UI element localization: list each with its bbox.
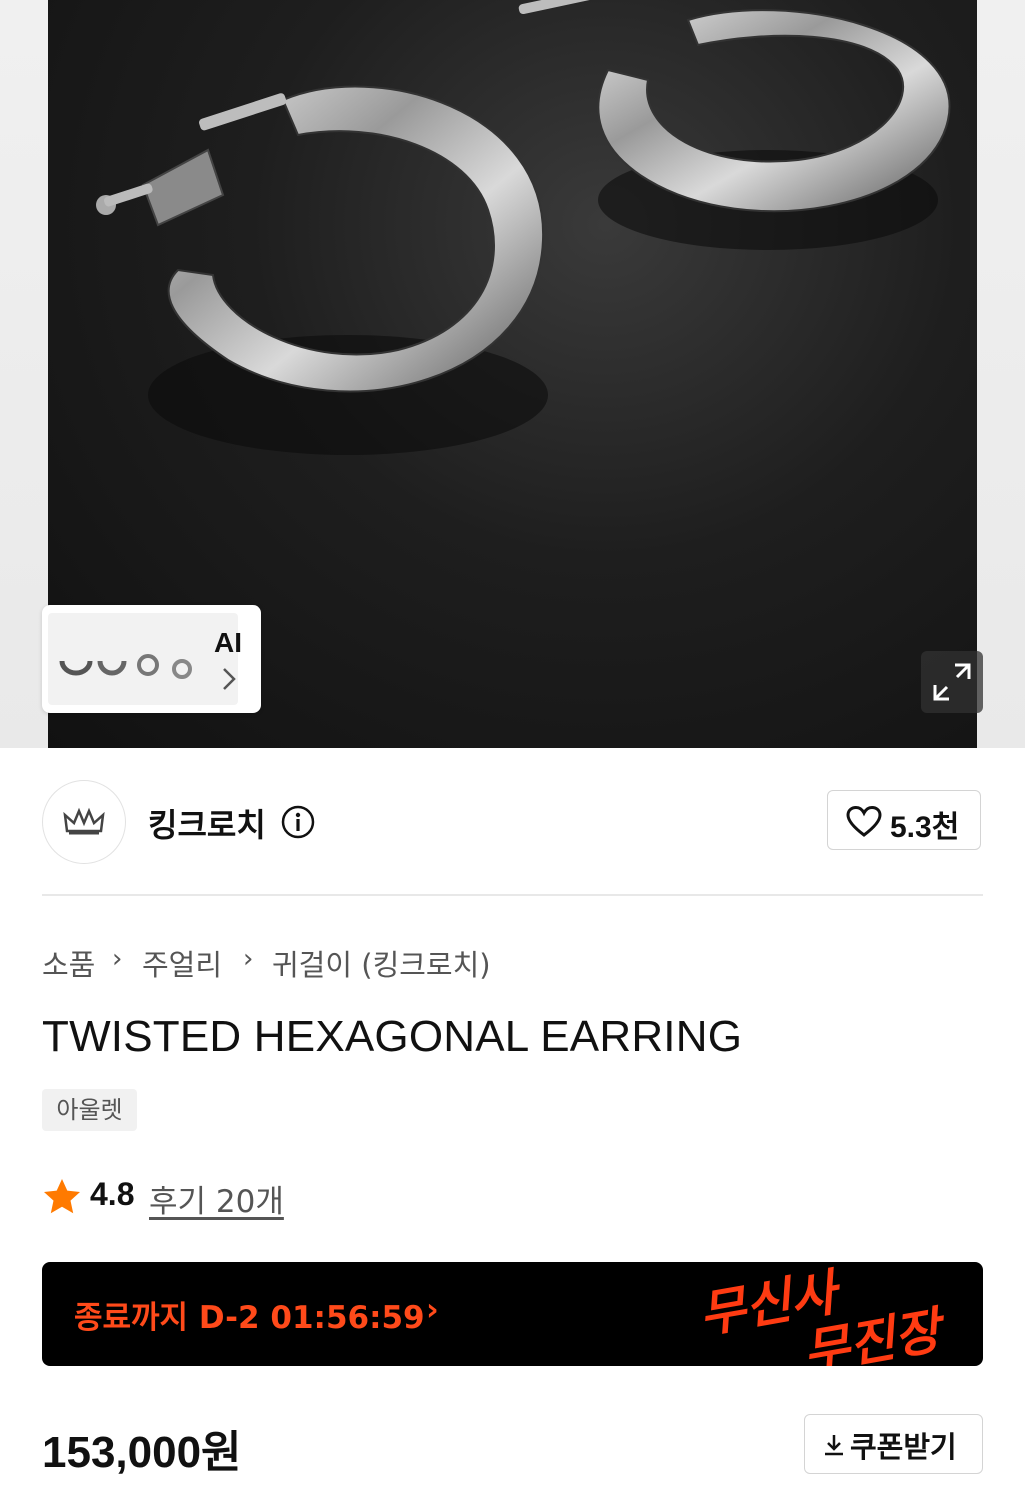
breadcrumb-item[interactable]: 주얼리 bbox=[142, 942, 222, 984]
like-count: 5.3천 bbox=[890, 811, 960, 844]
breadcrumb-item[interactable]: 귀걸이 (킹크로치) bbox=[272, 942, 491, 984]
reviews-link[interactable]: 후기 20개 bbox=[149, 1176, 284, 1221]
rating-value: 4.8 bbox=[90, 1176, 135, 1212]
info-icon[interactable] bbox=[280, 804, 316, 844]
outlet-badge: 아울렛 bbox=[42, 1089, 137, 1131]
chevron-right-icon bbox=[220, 666, 238, 698]
breadcrumb-separator: › bbox=[112, 944, 123, 974]
promo-banner[interactable]: 종료까지 D-2 01:56:59 › 무신사 무진장 bbox=[42, 1262, 983, 1366]
brand-name[interactable]: 킹크로치 bbox=[148, 800, 266, 846]
earring-thumbnails-icon bbox=[59, 654, 192, 679]
ai-thumbnails bbox=[48, 613, 238, 705]
promo-logo: 무신사 무진장 bbox=[692, 1263, 983, 1366]
download-icon bbox=[822, 1432, 846, 1462]
brand-logo[interactable] bbox=[42, 780, 126, 864]
product-price: 153,000원 bbox=[42, 1428, 242, 1477]
coupon-label[interactable]: 쿠폰받기 bbox=[850, 1424, 957, 1466]
product-title: TWISTED HEXAGONAL EARRING bbox=[42, 1012, 743, 1061]
ai-label[interactable]: AI bbox=[214, 627, 242, 659]
divider bbox=[42, 894, 983, 896]
star-icon bbox=[42, 1177, 82, 1221]
expand-icon bbox=[933, 663, 971, 701]
heart-icon bbox=[846, 806, 882, 837]
crown-icon bbox=[63, 807, 105, 835]
promo-countdown: 종료까지 D-2 01:56:59 bbox=[74, 1300, 425, 1336]
breadcrumb-item[interactable]: 소품 bbox=[42, 942, 95, 984]
chevron-right-icon: › bbox=[426, 1292, 439, 1328]
breadcrumb-separator: › bbox=[243, 944, 254, 974]
expand-image-button[interactable] bbox=[921, 651, 983, 713]
